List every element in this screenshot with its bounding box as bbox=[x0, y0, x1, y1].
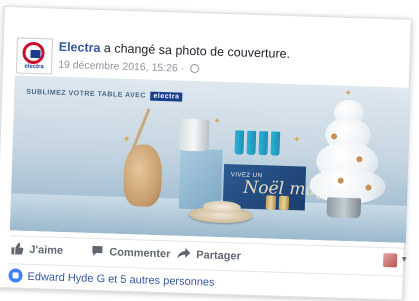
facebook-post-card: electra Electra a changé sa photo de cou… bbox=[0, 6, 412, 301]
christmas-tree-image bbox=[307, 93, 390, 207]
globe-icon bbox=[190, 63, 200, 74]
candle-image bbox=[278, 195, 290, 211]
star-decoration: ✦ bbox=[344, 87, 353, 98]
cover-photo[interactable]: SUBLIMEZ VOTRE TABLE AVEC electra VIVEZ … bbox=[9, 75, 411, 243]
like-button[interactable]: J'aime bbox=[11, 242, 63, 257]
cover-banner: SUBLIMEZ VOTRE TABLE AVEC electra bbox=[26, 88, 183, 102]
ice-bucket-image bbox=[178, 118, 210, 152]
vase-image bbox=[122, 143, 163, 208]
star-decoration: ✦ bbox=[122, 133, 131, 145]
share-arrow-icon bbox=[177, 247, 191, 259]
post-action-text: a changé sa photo de couverture. bbox=[100, 41, 291, 62]
post-header: Electra a changé sa photo de couverture. bbox=[59, 40, 291, 61]
star-decoration: ✦ bbox=[213, 115, 222, 126]
post-timestamp[interactable]: 19 décembre 2016, 15:26 · bbox=[58, 59, 200, 75]
star-decoration: ✦ bbox=[292, 134, 301, 145]
viewer-avatar[interactable] bbox=[382, 253, 398, 268]
like-badge-icon bbox=[8, 268, 23, 283]
logo-text: electra bbox=[24, 63, 44, 71]
reactions-summary[interactable]: Edward Hyde G et 5 autres personnes bbox=[8, 268, 215, 289]
page-avatar[interactable]: electra bbox=[15, 37, 54, 75]
tree-pot-image bbox=[326, 197, 362, 219]
candle-image bbox=[265, 195, 277, 210]
comment-button[interactable]: Commenter bbox=[91, 245, 171, 260]
cover-brand-badge: electra bbox=[150, 91, 183, 102]
electra-logo-icon bbox=[22, 41, 45, 65]
reactions-summary-text: Edward Hyde G et 5 autres personnes bbox=[27, 270, 215, 289]
share-button[interactable]: Partager bbox=[177, 247, 241, 263]
comment-icon bbox=[92, 245, 103, 256]
page-name-link[interactable]: Electra bbox=[59, 40, 101, 55]
chevron-down-icon[interactable]: ▼ bbox=[400, 255, 408, 264]
thumbs-up-icon bbox=[11, 242, 24, 255]
